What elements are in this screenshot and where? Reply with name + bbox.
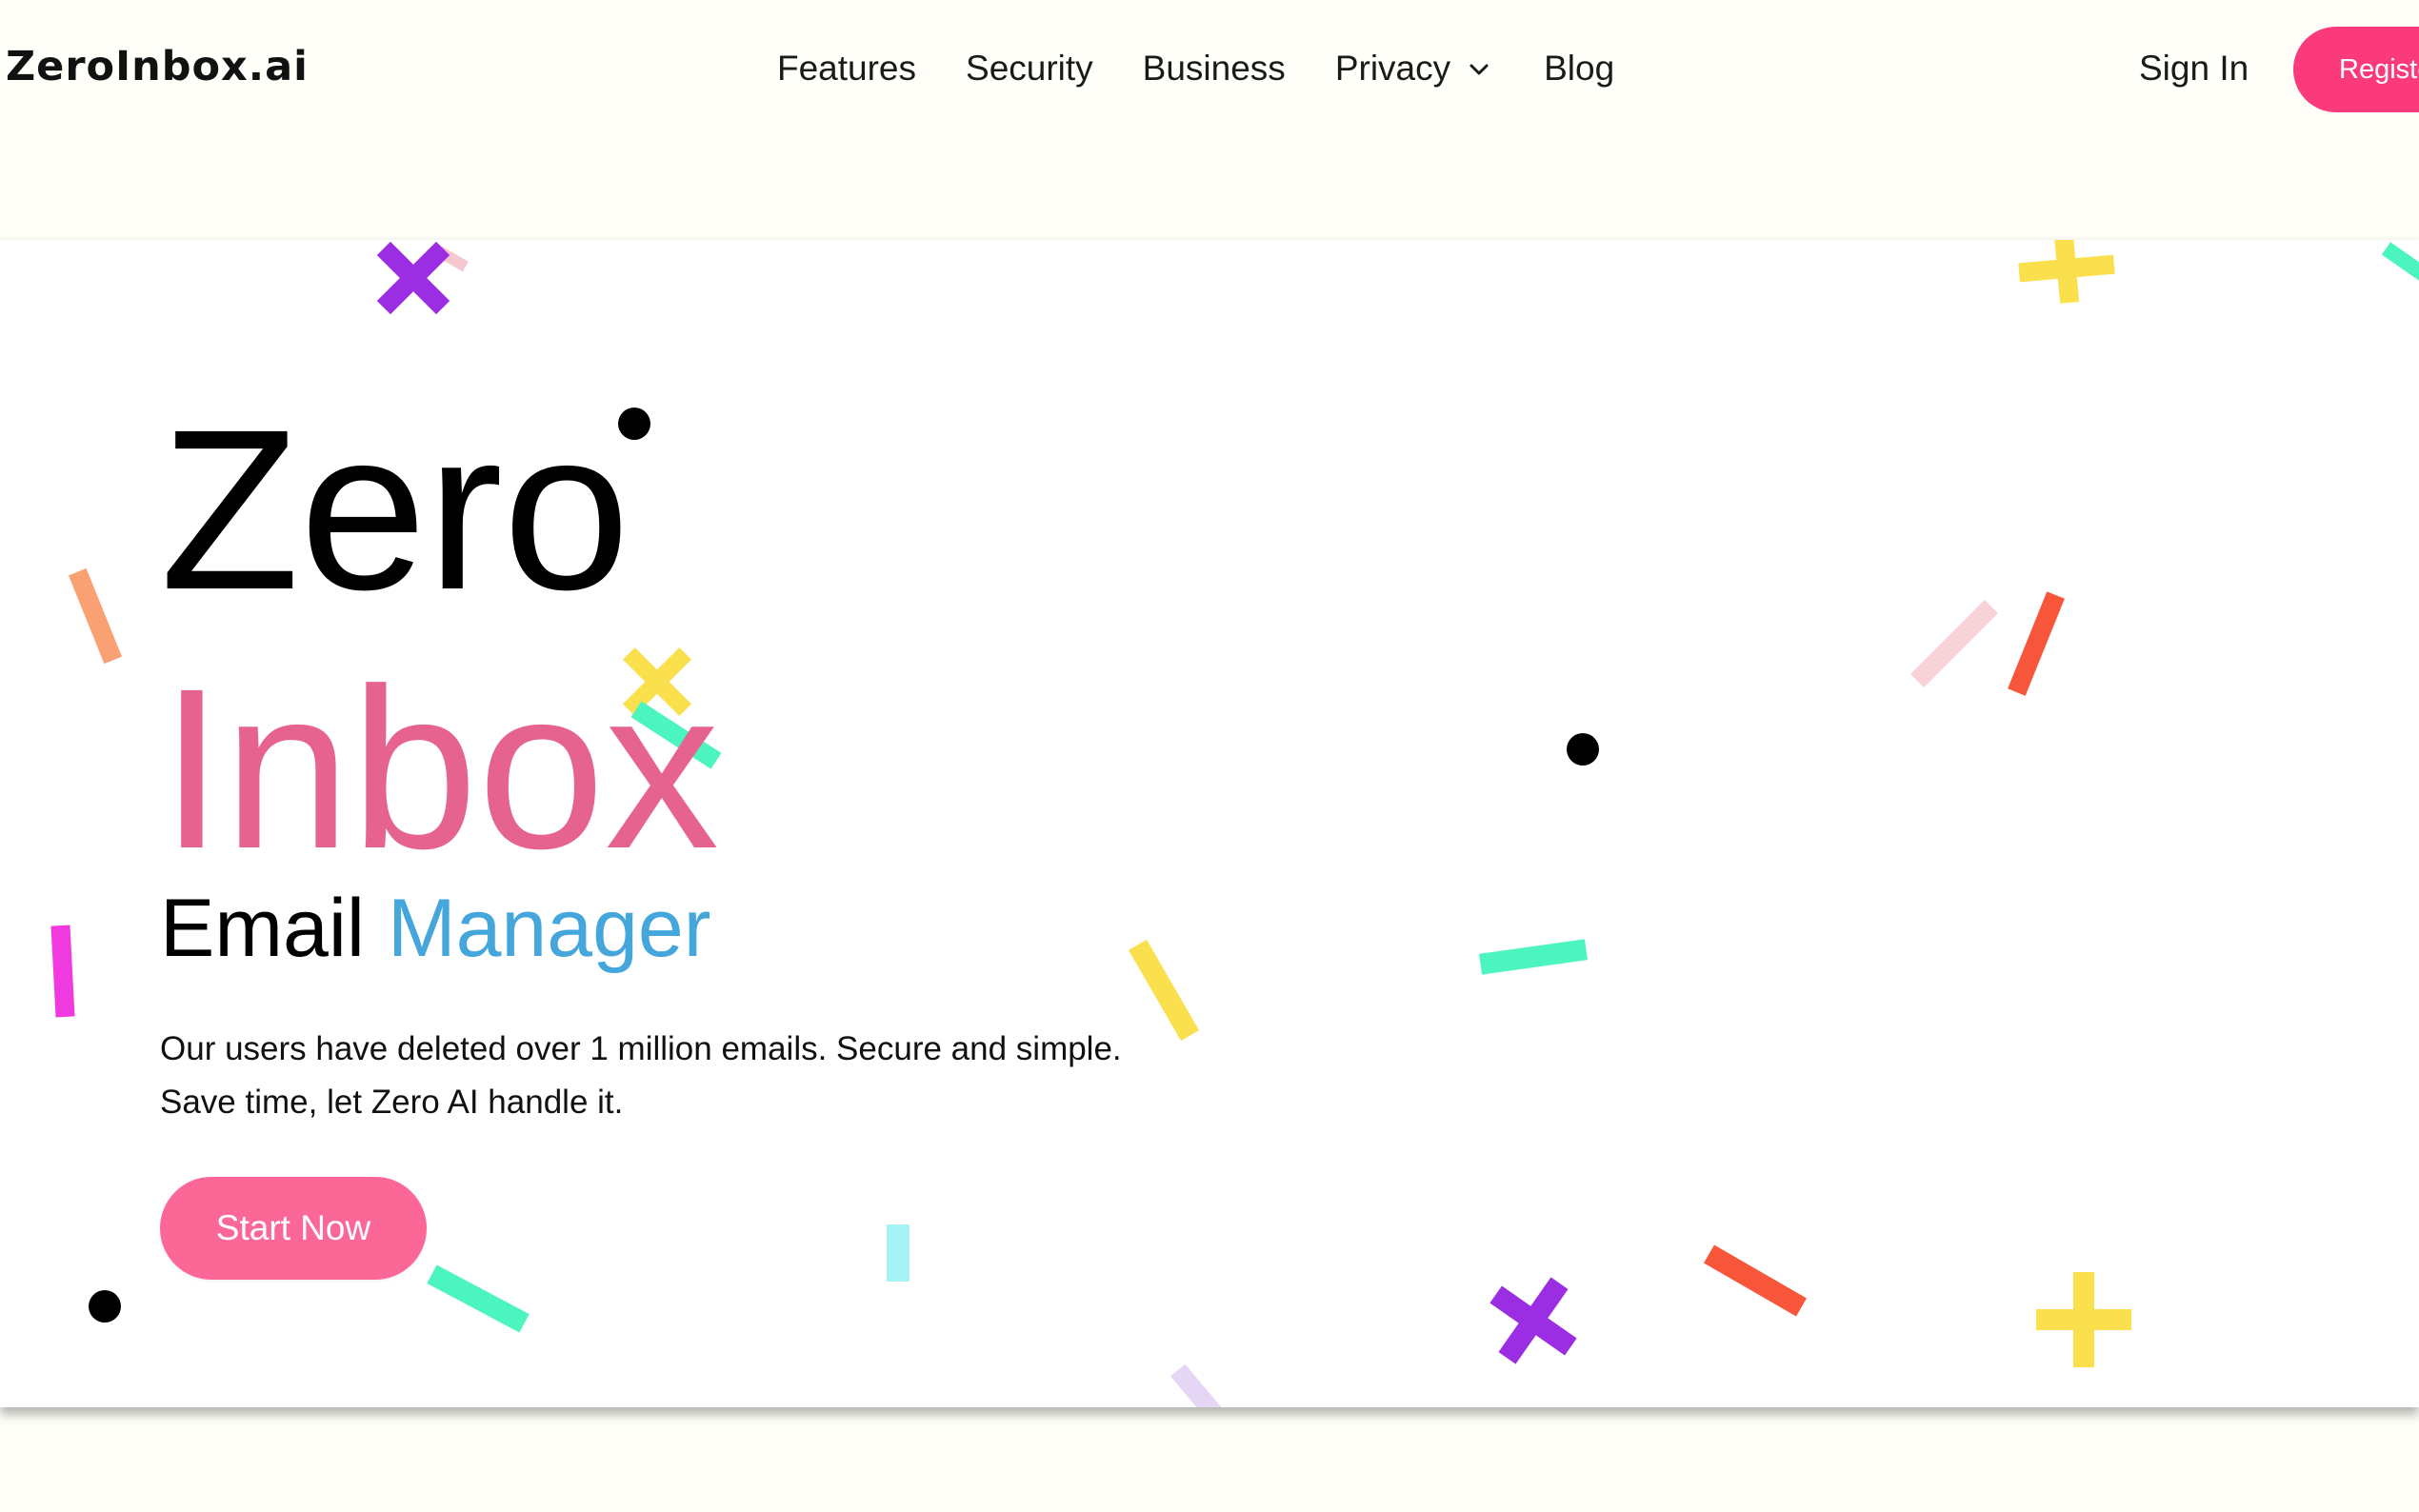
hero-title-inbox: Inbox	[160, 641, 720, 896]
start-now-button[interactable]: Start Now	[160, 1177, 427, 1280]
confetti-piece	[68, 567, 123, 665]
nav-blog[interactable]: Blog	[1544, 49, 1614, 89]
confetti-piece	[887, 1224, 910, 1282]
nav-privacy-dropdown[interactable]: Privacy	[1335, 49, 1494, 89]
sign-in-link[interactable]: Sign In	[2139, 40, 2249, 97]
confetti-piece	[50, 925, 75, 1018]
confetti-piece	[2008, 591, 2065, 696]
main-nav: Features Security Business Privacy Blog	[777, 40, 1664, 97]
nav-business-label: Business	[1142, 49, 1286, 88]
subtitle-word-manager: Manager	[387, 883, 711, 974]
chevron-down-icon	[1464, 53, 1494, 84]
subtitle-word-email: Email	[160, 883, 366, 974]
confetti-piece	[1910, 600, 1998, 687]
confetti-piece	[1128, 939, 1200, 1042]
hero-title-zero: Zero	[160, 382, 630, 637]
nav-privacy-label: Privacy	[1334, 49, 1451, 88]
confetti-piece	[427, 1264, 530, 1333]
nav-features[interactable]: Features	[777, 49, 916, 89]
nav-features-label: Features	[777, 49, 917, 88]
description-line-2: Save time, let Zero AI handle it.	[160, 1084, 624, 1121]
site-header: ZeroInbox.ai Features Security Business …	[0, 0, 2419, 238]
register-button[interactable]: Register	[2293, 27, 2419, 112]
brand-logo[interactable]: ZeroInbox.ai	[6, 38, 309, 95]
page: ZeroInbox.ai Features Security Business …	[0, 0, 2419, 1512]
confetti-cross	[2036, 1272, 2131, 1367]
nav-business[interactable]: Business	[1143, 49, 1286, 89]
description-line-1: Our users have deleted over 1 million em…	[160, 1030, 1122, 1067]
confetti-cross	[2018, 240, 2115, 304]
nav-security[interactable]: Security	[966, 49, 1093, 89]
hero-subtitle: Email Manager	[160, 876, 710, 981]
confetti-piece	[1704, 1244, 1807, 1317]
nav-blog-label: Blog	[1544, 49, 1615, 88]
confetti-piece	[2381, 242, 2419, 288]
confetti-dot	[1567, 733, 1599, 766]
confetti-piece	[1479, 939, 1588, 975]
confetti-cross	[1489, 1277, 1577, 1364]
hero-description: Our users have deleted over 1 million em…	[160, 1023, 1122, 1129]
nav-security-label: Security	[966, 49, 1093, 88]
hero-section: Zero Inbox Email Manager Our users have …	[0, 240, 2419, 1407]
confetti-dot	[89, 1290, 121, 1323]
confetti-piece	[1170, 1363, 1222, 1407]
